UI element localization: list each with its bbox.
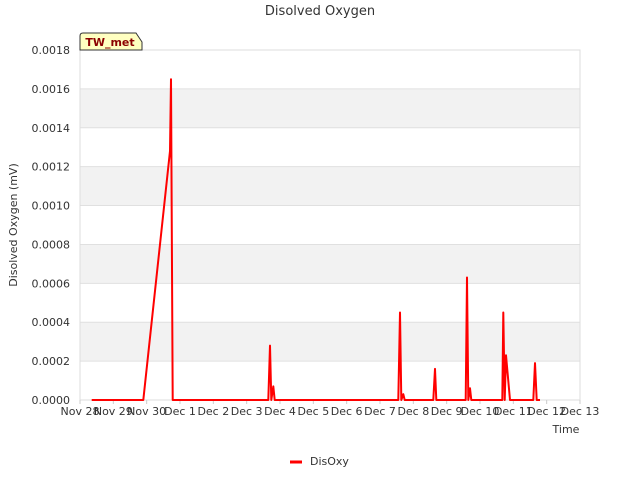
x-tick-label: Dec 6 xyxy=(331,405,363,418)
x-tick-label: Dec 8 xyxy=(397,405,429,418)
site-badge-label: TW_met xyxy=(85,36,134,49)
x-tick-label: Dec 4 xyxy=(264,405,296,418)
y-axis-label: Disolved Oxygen (mV) xyxy=(7,163,20,287)
x-axis-label: Time xyxy=(552,423,580,436)
y-axis-ticks: 0.00000.00020.00040.00060.00080.00100.00… xyxy=(32,44,71,407)
plot-background-bands xyxy=(80,88,580,362)
y-tick-label: 0.0018 xyxy=(32,44,71,57)
x-tick-label: Dec 9 xyxy=(431,405,463,418)
x-tick-label: Dec 5 xyxy=(297,405,329,418)
y-tick-label: 0.0004 xyxy=(32,316,71,329)
chart-title: Disolved Oxygen xyxy=(265,4,375,19)
y-tick-label: 0.0016 xyxy=(32,83,71,96)
y-tick-label: 0.0012 xyxy=(32,161,71,174)
y-tick-label: 0.0008 xyxy=(32,238,71,251)
plot-band xyxy=(80,88,580,128)
legend: DisOxy xyxy=(290,455,349,468)
plot-band xyxy=(80,166,580,206)
x-tick-label: Dec 2 xyxy=(197,405,229,418)
site-badge: TW_met xyxy=(79,32,143,51)
y-tick-label: 0.0014 xyxy=(32,122,71,135)
x-tick-label: Dec 3 xyxy=(231,405,263,418)
y-tick-label: 0.0010 xyxy=(32,200,71,213)
plot-band xyxy=(80,322,580,362)
legend-label-disoxy: DisOxy xyxy=(310,455,349,468)
x-axis-ticks: Nov 28Nov 29Nov 30Dec 1 Dec 2 Dec 3 Dec 4 De… xyxy=(61,400,600,418)
y-tick-label: 0.0002 xyxy=(32,355,71,368)
x-tick-label: Nov 30 xyxy=(127,405,166,418)
plot-band xyxy=(80,244,580,284)
x-tick-label: Dec 13 xyxy=(561,405,600,418)
y-tick-label: 0.0006 xyxy=(32,277,71,290)
x-tick-label: Dec 7 xyxy=(364,405,396,418)
x-tick-label: Dec 1 xyxy=(164,405,196,418)
disolved-oxygen-chart: Disolved Oxygen 0.00000.00020.00040.0006… xyxy=(7,4,600,468)
